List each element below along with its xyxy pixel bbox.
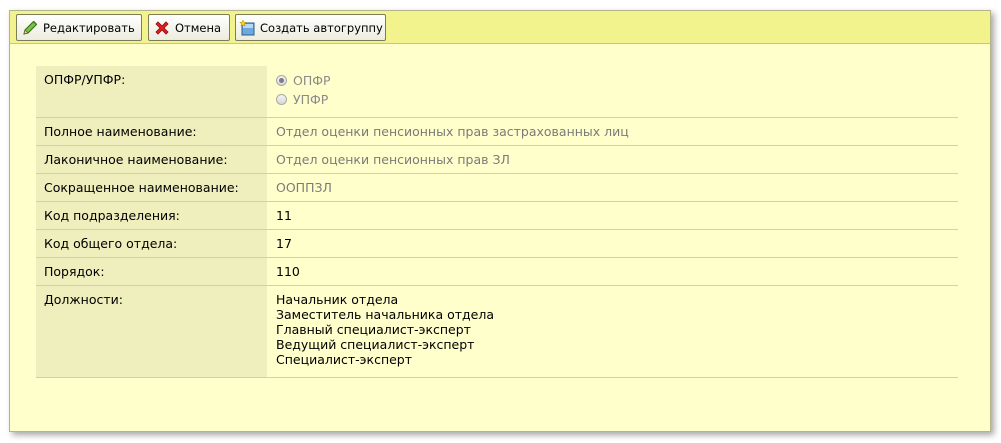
form-row-opfr: ОПФР/УПФР: ОПФР УПФР xyxy=(36,66,958,118)
radio-button-opfr[interactable] xyxy=(276,75,287,86)
form-row-common-dept-code: Код общего отдела: 17 xyxy=(36,230,958,258)
laconic-name-value: Отдел оценки пенсионных прав ЗЛ xyxy=(276,152,510,167)
positions-list: Начальник отдела Заместитель начальника … xyxy=(267,286,958,377)
edit-button[interactable]: Редактировать xyxy=(16,14,142,41)
cancel-button-label: Отмена xyxy=(175,20,222,35)
red-x-icon xyxy=(152,18,172,38)
position-item: Ведущий специалист-эксперт xyxy=(276,337,475,352)
short-name-value: ООППЗЛ xyxy=(276,180,332,195)
form-row-full-name: Полное наименование: Отдел оценки пенсио… xyxy=(36,118,958,146)
radio-option-upfr[interactable]: УПФР xyxy=(276,90,958,109)
opfr-radio-group: ОПФР УПФР xyxy=(267,66,958,117)
form-row-positions: Должности: Начальник отдела Заместитель … xyxy=(36,286,958,378)
radio-option-opfr[interactable]: ОПФР xyxy=(276,71,958,90)
division-code-value: 11 xyxy=(276,208,292,223)
position-item: Специалист-эксперт xyxy=(276,352,413,367)
edit-panel: Редактировать Отмена Создать автогруппу xyxy=(9,10,991,432)
radio-option-upfr-label: УПФР xyxy=(293,92,329,107)
order-label: Порядок: xyxy=(36,258,267,285)
common-dept-code-label: Код общего отдела: xyxy=(36,230,267,257)
form-row-division-code: Код подразделения: 11 xyxy=(36,202,958,230)
toolbar: Редактировать Отмена Создать автогруппу xyxy=(10,11,990,44)
division-code-label: Код подразделения: xyxy=(36,202,267,229)
common-dept-code-value: 17 xyxy=(276,236,292,251)
full-name-label: Полное наименование: xyxy=(36,118,267,145)
radio-option-opfr-label: ОПФР xyxy=(293,73,331,88)
radio-button-upfr[interactable] xyxy=(276,94,287,105)
position-item: Главный специалист-эксперт xyxy=(276,322,471,337)
order-value: 110 xyxy=(276,264,300,279)
create-group-button[interactable]: Создать автогруппу xyxy=(235,14,386,41)
short-name-label: Сокращенное наименование: xyxy=(36,174,267,201)
opfr-label: ОПФР/УПФР: xyxy=(36,66,267,117)
positions-label: Должности: xyxy=(36,286,267,377)
cancel-button[interactable]: Отмена xyxy=(148,14,230,41)
laconic-name-label: Лаконичное наименование: xyxy=(36,146,267,173)
department-form: ОПФР/УПФР: ОПФР УПФР Полное наименование… xyxy=(36,66,958,378)
form-row-laconic-name: Лаконичное наименование: Отдел оценки пе… xyxy=(36,146,958,174)
edit-button-label: Редактировать xyxy=(43,20,135,35)
pencil-icon xyxy=(20,18,40,38)
form-row-short-name: Сокращенное наименование: ООППЗЛ xyxy=(36,174,958,202)
full-name-value: Отдел оценки пенсионных прав застрахован… xyxy=(276,124,629,139)
position-item: Начальник отдела xyxy=(276,292,399,307)
form-row-order: Порядок: 110 xyxy=(36,258,958,286)
create-group-button-label: Создать автогруппу xyxy=(260,20,383,35)
new-group-icon xyxy=(239,18,257,38)
position-item: Заместитель начальника отдела xyxy=(276,307,494,322)
